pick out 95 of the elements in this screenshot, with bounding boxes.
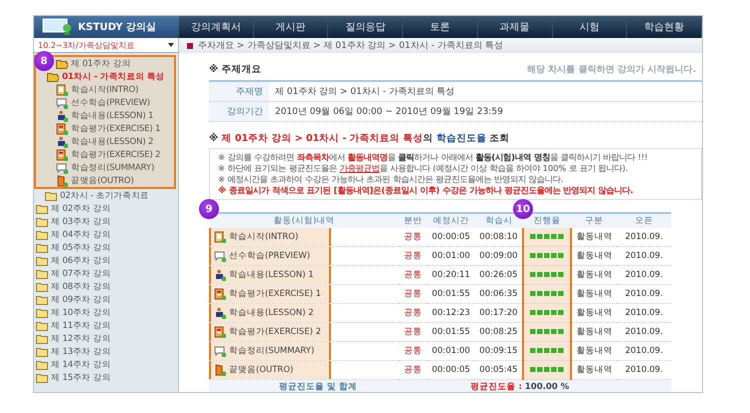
activity-link[interactable]: 선수학습(PREVIEW) bbox=[229, 250, 310, 262]
column-header: 진행율 bbox=[523, 213, 571, 228]
notice-text: ※ 강의를 수강하려면 좌측목차에서 활동내역명을 클릭하거나 아래에서 활동(시험)내역 명칭을 클릭하시기 바랍니다 !!! bbox=[218, 152, 649, 163]
tree-item[interactable]: 제 12주차 강의 bbox=[51, 332, 111, 344]
tree-item[interactable]: 제 01주차 강의 bbox=[71, 58, 131, 70]
table-cell: 2010.09. bbox=[617, 246, 671, 266]
column-header: 오픈 bbox=[617, 213, 671, 228]
table-cell: 00:01:00 bbox=[427, 246, 475, 266]
activity-link[interactable]: 학습내용(LESSON) 1 bbox=[229, 269, 314, 281]
tree-item[interactable]: 학습정리(SUMMARY) bbox=[71, 162, 154, 174]
tree-item[interactable]: 학습내용(LESSON) 2 bbox=[71, 136, 154, 148]
table-cell: 2010.09. bbox=[617, 228, 671, 246]
notice-text: ※ 하단에 표기되는 평균진도율은 가중평균법을 사용합니다 (예정시간 이상 학습을 하여야 100% 로 표기 됩니다). bbox=[218, 163, 630, 174]
table-cell: 2010.09. bbox=[617, 266, 671, 284]
column-header: 학습시 bbox=[475, 213, 523, 228]
table-cell: 공통 bbox=[399, 266, 427, 284]
table-cell: 활동내역 bbox=[571, 266, 617, 284]
table-cell: 00:26:05 bbox=[475, 266, 523, 284]
logo-text: KSTUDY 강의실 bbox=[78, 21, 156, 34]
tree-item[interactable]: 제 08주차 강의 bbox=[51, 280, 111, 292]
tree-item[interactable]: 제 06주차 강의 bbox=[51, 254, 111, 266]
tree-item[interactable]: 끝맺음(OUTRO) bbox=[71, 174, 134, 186]
table-cell: 공통 bbox=[399, 322, 427, 342]
info-label: 주제명 bbox=[209, 81, 269, 102]
tree-item[interactable]: 제 14주차 강의 bbox=[51, 358, 111, 370]
table-cell: 00:12:23 bbox=[427, 304, 475, 322]
table-cell: 00:00:05 bbox=[427, 228, 475, 246]
tree-item[interactable]: 학습시작(INTRO) bbox=[71, 84, 138, 96]
callout-number: 9 bbox=[199, 199, 219, 219]
table-cell: 활동내역 bbox=[571, 246, 617, 266]
tree-item[interactable]: 제 09주차 강의 bbox=[51, 294, 111, 306]
table-cell: 00:01:55 bbox=[427, 284, 475, 304]
table-cell: 활동내역 bbox=[571, 284, 617, 304]
column-header: 분반 bbox=[399, 213, 427, 228]
activity-link[interactable]: 끝맺음(OUTRO) bbox=[229, 364, 294, 376]
info-value: 2010년 09월 06일 00:00 ~ 2010년 09월 19일 23:59 bbox=[269, 102, 702, 122]
table-cell: 공통 bbox=[399, 246, 427, 266]
tree-item[interactable]: 01차시 - 가족치료의 특성 bbox=[62, 70, 165, 82]
table-cell: 활동내역 bbox=[571, 322, 617, 342]
tree-item[interactable]: 학습평가(EXERCISE) 1 bbox=[71, 122, 160, 134]
breadcrumb: 주차개요 > 가족상담및치료 > 제 01주차 강의 > 01차시 - 가족치료의 특성 bbox=[198, 40, 504, 52]
callout-number: 8 bbox=[34, 51, 54, 71]
table-cell: 공통 bbox=[399, 284, 427, 304]
tree-item[interactable]: 제 15주차 강의 bbox=[51, 372, 111, 384]
table-cell: 2010.09. bbox=[617, 304, 671, 322]
table-cell: 00:09:00 bbox=[475, 246, 523, 266]
table-cell: 활동내역 bbox=[571, 228, 617, 246]
progress-heading: ※ 제 01주차 강의 > 01차시 - 가족치료의 특성의 학습진도율 조회 bbox=[209, 132, 511, 145]
section-title: ※ 주제개요 bbox=[209, 63, 262, 76]
table-cell: 활동내역 bbox=[571, 304, 617, 322]
tree-item[interactable]: 제 05주차 강의 bbox=[51, 242, 111, 254]
tree-item[interactable]: 학습내용(LESSON) 1 bbox=[71, 110, 154, 122]
table-cell: 00:08:10 bbox=[475, 228, 523, 246]
activity-link[interactable]: 학습정리(SUMMARY) bbox=[229, 345, 314, 357]
tree-item[interactable]: 제 07주차 강의 bbox=[51, 268, 111, 280]
activity-link[interactable]: 학습내용(LESSON) 2 bbox=[229, 307, 314, 319]
table-cell: 00:20:11 bbox=[427, 266, 475, 284]
footer-label: 평균진도율 및 합계 bbox=[209, 380, 427, 392]
footer-avg-label: 평균진도율 : bbox=[427, 380, 523, 392]
course-select[interactable]: 10.2~3차/가족상담및치료 bbox=[34, 38, 178, 53]
tree-item[interactable]: 제 02주차 강의 bbox=[51, 202, 111, 214]
info-value: 제 01주차 강의 > 01차시 - 가족치료의 특성 bbox=[269, 81, 702, 102]
table-cell: 활동내역 bbox=[571, 342, 617, 360]
method-link[interactable]: 가중평균법 bbox=[340, 163, 380, 173]
footer-avg-value: 100.00 % bbox=[523, 380, 571, 392]
table-cell: 2010.09. bbox=[617, 284, 671, 304]
column-header: 예정시간 bbox=[427, 213, 475, 228]
table-cell: 공통 bbox=[399, 228, 427, 246]
info-label: 강의기간 bbox=[209, 102, 269, 122]
notice-text: ※ 종료일시가 적색으로 표기된 [활동내역]은(종료일시 이후) 수강은 가능하나 평균진도율에는 반영되지 않습니다. bbox=[218, 185, 634, 196]
tree-item[interactable]: 제 10주차 강의 bbox=[51, 306, 111, 318]
table-cell: 00:08:25 bbox=[475, 322, 523, 342]
table-cell: 2010.09. bbox=[617, 342, 671, 360]
activity-link[interactable]: 학습평가(EXERCISE) 1 bbox=[229, 288, 321, 300]
tree-item[interactable]: 제 03주차 강의 bbox=[51, 216, 111, 228]
column-header: 구분 bbox=[571, 213, 617, 228]
tree-item[interactable]: 학습평가(EXERCISE) 2 bbox=[71, 148, 160, 160]
table-cell: 공통 bbox=[399, 342, 427, 360]
table-cell: 00:01:00 bbox=[427, 342, 475, 360]
table-cell: 공통 bbox=[399, 304, 427, 322]
table-cell: 00:09:15 bbox=[475, 342, 523, 360]
table-cell: 00:01:55 bbox=[427, 322, 475, 342]
table-cell: 00:17:20 bbox=[475, 304, 523, 322]
activity-link[interactable]: 학습평가(EXERCISE) 2 bbox=[229, 326, 321, 338]
table-cell: 00:06:35 bbox=[475, 284, 523, 304]
tree-item[interactable]: 선수학습(PREVIEW) bbox=[71, 96, 150, 108]
tree-item[interactable]: 제 13주차 강의 bbox=[51, 346, 111, 358]
tree-item[interactable]: 제 04주차 강의 bbox=[51, 228, 111, 240]
column-header: 활동(시험)내역 bbox=[209, 213, 399, 228]
activity-link[interactable]: 학습시작(INTRO) bbox=[229, 231, 298, 243]
table-cell: 2010.09. bbox=[617, 322, 671, 342]
notice-overlay-text: 해당 차시를 클릭하면 강의가 시작됩니다. bbox=[527, 64, 696, 76]
tree-item[interactable]: 02차시 - 초기가족치료 bbox=[60, 190, 149, 202]
notice-text: ※ 예정시간을 초과하여 수강은 가능하나 초과된 학습시간은 평균진도율에는 반영되지 않습니다. bbox=[218, 174, 564, 185]
tree-item[interactable]: 제 11주차 강의 bbox=[51, 320, 111, 332]
